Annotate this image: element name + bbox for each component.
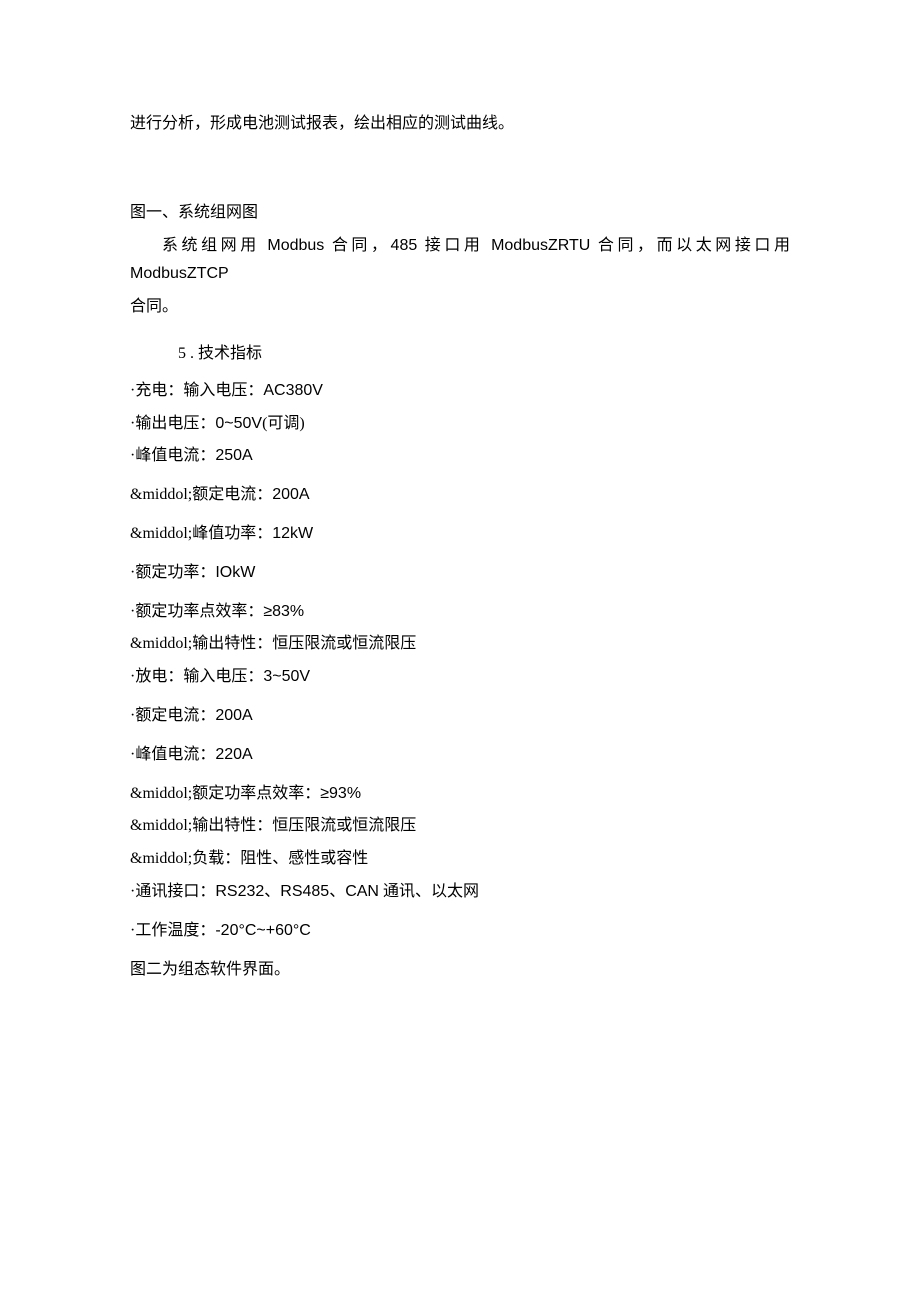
label: &middol;额定功率点效率： [130,785,320,802]
spec-discharge-efficiency: &middol;额定功率点效率：≥93% [130,780,790,809]
modbus-rtu-text: ModbusZRTU [491,237,590,254]
value: 200A [215,707,252,724]
text: 合同， [324,237,390,254]
value: ≥83% [263,603,304,620]
suffix: 通讯、以太网 [379,883,479,900]
modbus-text: Modbus [267,237,324,254]
spec-rated-power: ·额定功率：IOkW [130,559,790,588]
text: 接口用 [417,237,491,254]
modbus-tcp-text: ModbusZTCP [130,265,229,282]
spec-rated-current: &middol;额定电流：200A [130,481,790,510]
spec-peak-current: ·峰值电流：250A [130,442,790,471]
label: ·额定功率： [130,564,215,581]
spec-output-voltage: ·输出电压：0~50V(可调) [130,410,790,439]
label: ·峰值电流： [130,447,215,464]
spec-charge-input-voltage: ·充电：输入电压：AC380V [130,377,790,406]
spec-comm-interface: ·通讯接口：RS232、RS485、CAN 通讯、以太网 [130,878,790,907]
text: 系统组网用 [162,237,267,254]
label: ·输出电压： [130,415,215,432]
label: ·通讯接口： [130,883,215,900]
value: AC380V [263,382,323,399]
label: ·额定电流： [130,707,215,724]
value: IOkW [215,564,255,581]
spacer [130,169,790,199]
label: ·额定功率点效率： [130,603,263,620]
value: 0~50V [215,415,262,432]
label: &middol;峰值功率： [130,525,272,542]
rs485-text: 485 [391,237,418,254]
value: 220A [215,746,252,763]
value: -20°C~+60°C [215,922,311,939]
value: ≥93% [320,785,361,802]
spec-discharge-input-voltage: ·放电：输入电压：3~50V [130,663,790,692]
value: 12kW [272,525,313,542]
spec-discharge-rated-current: ·额定电流：200A [130,702,790,731]
label: ·充电：输入电压： [130,382,263,399]
value: 250A [215,447,252,464]
suffix: (可调) [262,415,305,432]
label: &middol;负载：阻性、感性或容性 [130,850,368,867]
value: 200A [272,486,309,503]
section-5-heading: 5 . 技术指标 [178,340,790,369]
spec-discharge-output-characteristic: &middol;输出特性：恒压限流或恒流限压 [130,812,790,841]
value: RS232、RS485、CAN [215,883,379,900]
spec-peak-power: &middol;峰值功率：12kW [130,520,790,549]
text: 合同，而以太网接口用 [590,237,790,254]
spec-load: &middol;负载：阻性、感性或容性 [130,845,790,874]
label: ·工作温度： [130,922,215,939]
label: &middol;输出特性：恒压限流或恒流限压 [130,817,416,834]
spec-operating-temperature: ·工作温度：-20°C~+60°C [130,917,790,946]
intro-paragraph: 进行分析，形成电池测试报表，绘出相应的测试曲线。 [130,110,790,139]
spec-rated-efficiency: ·额定功率点效率：≥83% [130,598,790,627]
label: ·放电：输入电压： [130,668,263,685]
figure2-caption: 图二为组态软件界面。 [130,956,790,985]
label: &middol;输出特性：恒压限流或恒流限压 [130,635,416,652]
spec-output-characteristic: &middol;输出特性：恒压限流或恒流限压 [130,630,790,659]
label: &middol;额定电流： [130,486,272,503]
figure1-caption: 图一、系统组网图 [130,199,790,228]
label: ·峰值电流： [130,746,215,763]
network-description-end: 合同。 [130,293,790,322]
spec-discharge-peak-current: ·峰值电流：220A [130,741,790,770]
network-description: 系统组网用 Modbus 合同，485 接口用 ModbusZRTU 合同，而以… [130,232,790,290]
value: 3~50V [263,668,310,685]
